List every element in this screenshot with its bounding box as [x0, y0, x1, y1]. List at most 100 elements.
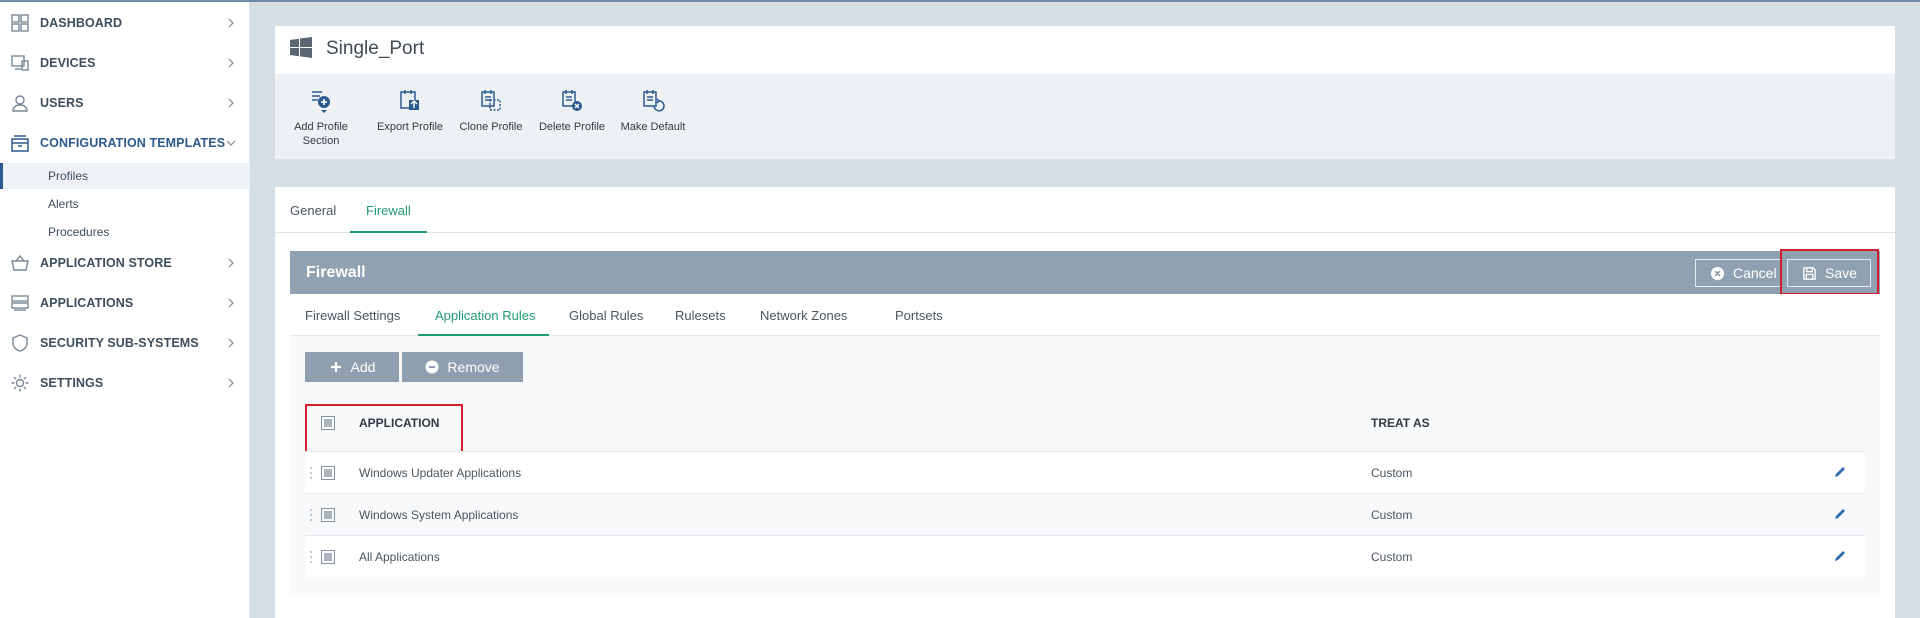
sidebar-item-label: CONFIGURATION TEMPLATES — [40, 136, 226, 150]
row-checkbox[interactable] — [321, 508, 335, 522]
sidebar-subitem-procedures[interactable]: Procedures — [0, 219, 250, 245]
sidebar-subitem-label: Alerts — [48, 197, 79, 211]
dashboard-icon — [10, 13, 30, 33]
sidebar-subitem-alerts[interactable]: Alerts — [0, 191, 250, 217]
shield-icon — [10, 333, 30, 353]
application-name: All Applications — [359, 550, 440, 564]
firewall-panel: Firewall Cancel Save Firewall Settings A… — [275, 233, 1895, 618]
cancel-icon — [1710, 266, 1725, 280]
delete-profile-label: Delete Profile — [538, 121, 606, 133]
sidebar-item-settings[interactable]: SETTINGS — [0, 367, 250, 399]
sidebar-item-security-sub-systems[interactable]: SECURITY SUB-SYSTEMS — [0, 327, 250, 359]
profile-toolbar: Add Profile Section Export Profile Clone… — [275, 74, 1895, 160]
column-header-application[interactable]: APPLICATION — [359, 416, 439, 430]
subtab-rulesets[interactable]: Rulesets — [675, 308, 726, 323]
sidebar-item-dashboard[interactable]: DASHBOARD — [0, 7, 250, 39]
application-name: Windows Updater Applications — [359, 466, 522, 480]
profile-tabs: General Firewall — [275, 187, 1895, 234]
minus-circle-icon — [425, 360, 439, 374]
edit-pencil-icon[interactable] — [1833, 465, 1847, 479]
remove-label: Remove — [447, 359, 500, 375]
edit-pencil-icon[interactable] — [1833, 507, 1847, 521]
drag-handle-icon[interactable] — [309, 466, 313, 480]
make-default-button[interactable]: Make Default — [608, 88, 698, 134]
cancel-button[interactable]: Cancel — [1695, 259, 1781, 287]
subtab-global-rules[interactable]: Global Rules — [569, 308, 643, 323]
sidebar-item-devices[interactable]: DEVICES — [0, 47, 250, 79]
subtab-application-rules[interactable]: Application Rules — [435, 308, 535, 323]
sidebar-item-applications[interactable]: APPLICATIONS — [0, 287, 250, 319]
chevron-right-icon — [224, 296, 238, 310]
chevron-down-icon — [224, 136, 238, 150]
cancel-label: Cancel — [1733, 265, 1777, 281]
devices-icon — [10, 53, 30, 73]
tab-general[interactable]: General — [290, 203, 336, 218]
subtab-network-zones[interactable]: Network Zones — [760, 308, 847, 323]
plus-icon — [330, 362, 341, 372]
treat-as-value: Custom — [1371, 466, 1413, 480]
clone-profile-label: Clone Profile — [459, 121, 523, 133]
sidebar-subitem-profiles[interactable]: Profiles — [0, 163, 250, 189]
table-row[interactable]: Windows Updater Applications Custom — [305, 451, 1865, 493]
clone-icon — [481, 90, 501, 111]
sidebar-item-label: SETTINGS — [40, 376, 104, 390]
subtab-portsets[interactable]: Portsets — [895, 308, 943, 323]
row-checkbox[interactable] — [321, 466, 335, 480]
sidebar-item-label: DEVICES — [40, 56, 96, 70]
drag-handle-icon[interactable] — [309, 508, 313, 522]
subtab-firewall-settings[interactable]: Firewall Settings — [305, 308, 400, 323]
sidebar-item-configuration-templates[interactable]: CONFIGURATION TEMPLATES — [0, 127, 250, 159]
applications-icon — [10, 293, 30, 313]
chevron-right-icon — [224, 96, 238, 110]
treat-as-value: Custom — [1371, 550, 1413, 564]
export-profile-button[interactable]: Export Profile — [365, 88, 455, 134]
add-section-icon — [312, 91, 330, 113]
chevron-right-icon — [224, 336, 238, 350]
sidebar-item-label: SECURITY SUB-SYSTEMS — [40, 336, 199, 350]
add-button[interactable]: Add — [305, 352, 399, 382]
make-default-icon — [643, 90, 665, 112]
chevron-right-icon — [224, 56, 238, 70]
sidebar-item-label: APPLICATIONS — [40, 296, 134, 310]
row-checkbox[interactable] — [321, 550, 335, 564]
profile-header: Single_Port — [275, 26, 1895, 74]
sidebar-subitem-label: Profiles — [48, 169, 89, 183]
make-default-label: Make Default — [620, 121, 686, 133]
table-row[interactable]: All Applications Custom — [305, 535, 1865, 577]
export-icon — [400, 90, 419, 110]
edit-pencil-icon[interactable] — [1833, 549, 1847, 563]
chevron-right-icon — [224, 256, 238, 270]
gear-icon — [10, 373, 30, 393]
page-title: Single_Port — [326, 38, 425, 59]
sidebar-item-label: USERS — [40, 96, 84, 110]
delete-icon — [562, 90, 582, 111]
save-button[interactable]: Save — [1787, 259, 1871, 287]
add-profile-section-button[interactable]: Add Profile Section — [276, 88, 366, 148]
tab-firewall[interactable]: Firewall — [366, 203, 411, 218]
add-profile-section-label-1: Add Profile — [294, 121, 348, 133]
treat-as-value: Custom — [1371, 508, 1413, 522]
select-all-checkbox[interactable] — [321, 416, 335, 430]
drag-handle-icon[interactable] — [309, 550, 313, 564]
column-header-treat-as[interactable]: TREAT AS — [1371, 416, 1430, 430]
remove-button[interactable]: Remove — [402, 352, 523, 382]
add-label: Add — [350, 359, 376, 375]
save-label: Save — [1825, 265, 1857, 281]
basket-icon — [10, 253, 30, 273]
delete-profile-button[interactable]: Delete Profile — [527, 88, 617, 134]
config-templates-icon — [10, 133, 30, 153]
sidebar-item-label: DASHBOARD — [40, 16, 123, 30]
clone-profile-button[interactable]: Clone Profile — [446, 88, 536, 134]
export-profile-label: Export Profile — [376, 121, 444, 133]
application-name: Windows System Applications — [359, 508, 519, 522]
user-icon — [10, 93, 30, 113]
application-rules-area: Add Remove APPLICATION TREAT AS Windows … — [290, 336, 1880, 595]
sidebar-item-application-store[interactable]: APPLICATION STORE — [0, 247, 250, 279]
top-border — [0, 0, 1920, 2]
sidebar-item-label: APPLICATION STORE — [40, 256, 172, 270]
table-row[interactable]: Windows System Applications Custom — [305, 493, 1865, 535]
section-title: Firewall — [306, 264, 366, 281]
sidebar-item-users[interactable]: USERS — [0, 87, 250, 119]
chevron-right-icon — [224, 376, 238, 390]
firewall-subtabs: Firewall Settings Application Rules Glob… — [290, 294, 1880, 337]
